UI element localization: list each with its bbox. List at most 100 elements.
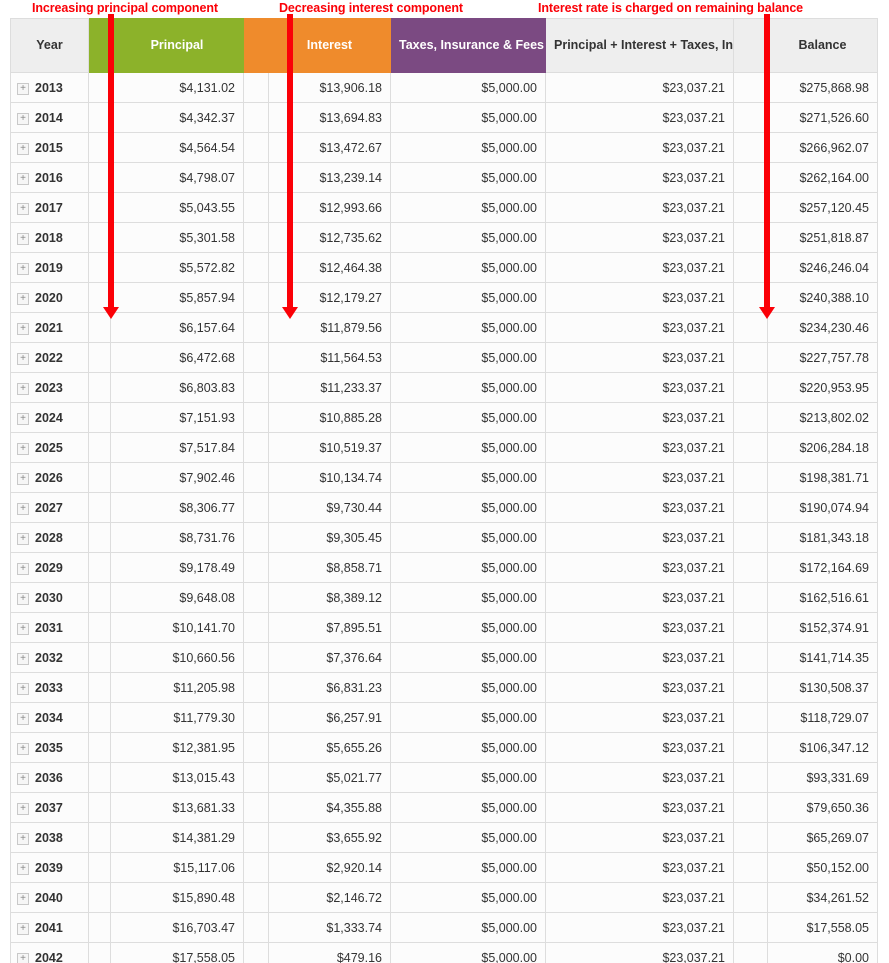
table-row: +2013 $4,131.02 $13,906.18 $5,000.00 $23,0… <box>10 72 878 103</box>
balance-gap-cell <box>733 402 768 433</box>
expand-row-icon[interactable]: + <box>17 502 29 515</box>
year-label: 2039 <box>35 860 63 875</box>
expand-row-icon[interactable]: + <box>17 382 29 395</box>
column-header-balance[interactable]: Balance <box>767 18 878 73</box>
year-label: 2027 <box>35 500 63 515</box>
expand-row-icon[interactable]: + <box>17 112 29 125</box>
expand-row-icon[interactable]: + <box>17 172 29 185</box>
column-header-principal[interactable]: Principal <box>110 18 244 73</box>
expand-row-icon[interactable]: + <box>17 232 29 245</box>
interest-cell: $3,655.92 <box>268 822 391 853</box>
expand-row-icon[interactable]: + <box>17 802 29 815</box>
principal-gap-cell <box>88 342 111 373</box>
year-cell: +2026 <box>10 462 89 493</box>
interest-cell: $12,464.38 <box>268 252 391 283</box>
principal-cell: $6,803.83 <box>110 372 244 403</box>
interest-cell: $12,735.62 <box>268 222 391 253</box>
interest-cell: $10,134.74 <box>268 462 391 493</box>
taxes-insurance-fees-cell: $5,000.00 <box>390 612 546 643</box>
year-cell: +2029 <box>10 552 89 583</box>
principal-interest-taxes-insurance-fees-cell: $23,037.21 <box>545 852 734 883</box>
principal-cell: $4,564.54 <box>110 132 244 163</box>
expand-row-icon[interactable]: + <box>17 622 29 635</box>
column-header-interest[interactable]: Interest <box>268 18 391 73</box>
expand-row-icon[interactable]: + <box>17 442 29 455</box>
year-cell: +2027 <box>10 492 89 523</box>
year-label: 2029 <box>35 560 63 575</box>
expand-row-icon[interactable]: + <box>17 892 29 905</box>
balance-gap-cell <box>733 822 768 853</box>
principal-gap-cell <box>88 612 111 643</box>
balance-gap-cell <box>733 72 768 103</box>
balance-cell: $34,261.52 <box>767 882 878 913</box>
balance-gap-cell <box>733 342 768 373</box>
principal-interest-taxes-insurance-fees-cell: $23,037.21 <box>545 522 734 553</box>
expand-row-icon[interactable]: + <box>17 412 29 425</box>
expand-row-icon[interactable]: + <box>17 292 29 305</box>
expand-row-icon[interactable]: + <box>17 352 29 365</box>
taxes-insurance-fees-cell: $5,000.00 <box>390 492 546 523</box>
expand-row-icon[interactable]: + <box>17 472 29 485</box>
expand-row-icon[interactable]: + <box>17 82 29 95</box>
column-header-principal-interest-taxes-insurance-fees[interactable]: Principal + Interest + Taxes, Insurance … <box>545 18 734 73</box>
principal-gap-cell <box>88 762 111 793</box>
amortization-table-container: Year Principal Interest Taxes, Insurance… <box>10 18 878 963</box>
expand-row-icon[interactable]: + <box>17 562 29 575</box>
interest-gap-cell <box>243 462 269 493</box>
expand-row-icon[interactable]: + <box>17 922 29 935</box>
expand-row-icon[interactable]: + <box>17 592 29 605</box>
expand-row-icon[interactable]: + <box>17 142 29 155</box>
expand-row-icon[interactable]: + <box>17 832 29 845</box>
year-cell: +2013 <box>10 72 89 103</box>
column-header-taxes-insurance-fees[interactable]: Taxes, Insurance & Fees <box>390 18 546 73</box>
principal-cell: $11,205.98 <box>110 672 244 703</box>
taxes-insurance-fees-cell: $5,000.00 <box>390 162 546 193</box>
taxes-insurance-fees-cell: $5,000.00 <box>390 402 546 433</box>
expand-row-icon[interactable]: + <box>17 322 29 335</box>
principal-interest-taxes-insurance-fees-cell: $23,037.21 <box>545 762 734 793</box>
taxes-insurance-fees-cell: $5,000.00 <box>390 102 546 133</box>
principal-interest-taxes-insurance-fees-cell: $23,037.21 <box>545 792 734 823</box>
interest-gap-cell <box>243 822 269 853</box>
year-cell: +2017 <box>10 192 89 223</box>
interest-cell: $2,146.72 <box>268 882 391 913</box>
balance-cell: $0.00 <box>767 942 878 963</box>
interest-cell: $6,257.91 <box>268 702 391 733</box>
year-cell: +2018 <box>10 222 89 253</box>
expand-row-icon[interactable]: + <box>17 952 29 963</box>
balance-cell: $50,152.00 <box>767 852 878 883</box>
balance-gap-cell <box>733 282 768 313</box>
year-cell: +2025 <box>10 432 89 463</box>
taxes-insurance-fees-cell: $5,000.00 <box>390 672 546 703</box>
expand-row-icon[interactable]: + <box>17 772 29 785</box>
balance-gap-cell <box>733 102 768 133</box>
principal-cell: $12,381.95 <box>110 732 244 763</box>
expand-row-icon[interactable]: + <box>17 652 29 665</box>
balance-cell: $106,347.12 <box>767 732 878 763</box>
expand-row-icon[interactable]: + <box>17 262 29 275</box>
expand-row-icon[interactable]: + <box>17 862 29 875</box>
interest-gap-cell <box>243 582 269 613</box>
year-cell: +2014 <box>10 102 89 133</box>
expand-row-icon[interactable]: + <box>17 712 29 725</box>
table-row: +2039 $15,117.06 $2,920.14 $5,000.00 $23,0… <box>10 852 878 883</box>
annotation-increasing-principal: Increasing principal component <box>32 1 218 15</box>
expand-row-icon[interactable]: + <box>17 202 29 215</box>
year-cell: +2019 <box>10 252 89 283</box>
principal-gap-cell <box>88 432 111 463</box>
taxes-insurance-fees-cell: $5,000.00 <box>390 942 546 963</box>
column-header-year[interactable]: Year <box>10 18 89 73</box>
taxes-insurance-fees-cell: $5,000.00 <box>390 312 546 343</box>
table-row: +2035 $12,381.95 $5,655.26 $5,000.00 $23,0… <box>10 732 878 763</box>
balance-gap-cell <box>733 912 768 943</box>
balance-gap-cell <box>733 492 768 523</box>
interest-gap-cell <box>243 522 269 553</box>
taxes-insurance-fees-cell: $5,000.00 <box>390 522 546 553</box>
expand-row-icon[interactable]: + <box>17 682 29 695</box>
header-row: Year Principal Interest Taxes, Insurance… <box>10 18 878 73</box>
interest-cell: $1,333.74 <box>268 912 391 943</box>
expand-row-icon[interactable]: + <box>17 532 29 545</box>
table-row: +2021 $6,157.64 $11,879.56 $5,000.00 $23,0… <box>10 312 878 343</box>
expand-row-icon[interactable]: + <box>17 742 29 755</box>
year-cell: +2020 <box>10 282 89 313</box>
